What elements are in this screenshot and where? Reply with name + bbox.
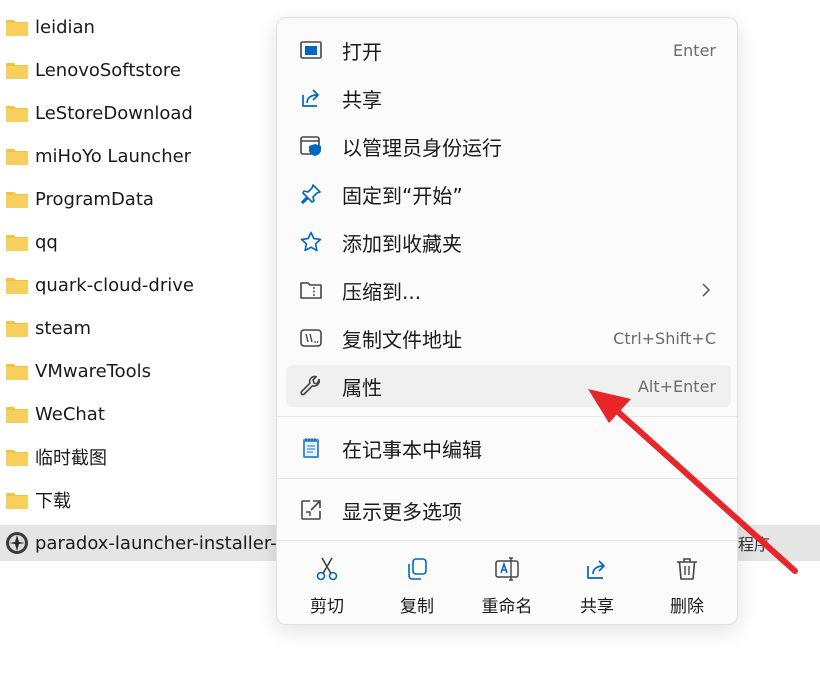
pin-icon (301, 184, 321, 204)
copy-icon (408, 558, 427, 580)
menu-separator (277, 540, 737, 541)
menu-item-label: 以管理员身份运行 (342, 135, 502, 160)
share-label: 共享 (580, 597, 614, 617)
copy-label: 复制 (400, 597, 434, 617)
cut-label: 剪切 (310, 597, 344, 617)
file-name: qq (35, 231, 58, 253)
file-name: steam (35, 317, 92, 339)
folder-icon (6, 493, 28, 509)
menu-separator (277, 416, 737, 417)
trash-icon (677, 558, 697, 580)
folder-icon (6, 192, 28, 208)
menu-item-label: 在记事本中编辑 (342, 437, 482, 462)
menu-item-share[interactable]: 共享 (286, 77, 731, 119)
folder-icon (6, 149, 28, 165)
copy-button[interactable]: 复制 (381, 548, 453, 618)
menu-item-compress-to[interactable]: 压缩到... (286, 269, 731, 311)
menu-item-label: 打开 (342, 39, 382, 64)
menu-item-label: 属性 (342, 375, 382, 400)
file-name: WeChat (35, 403, 105, 425)
wrench-icon (300, 375, 321, 396)
rename-button[interactable]: 重命名 (471, 548, 543, 618)
open-window-icon (300, 41, 322, 59)
file-name: paradox-launcher-installer-2 (35, 532, 289, 554)
file-name: miHoYo Launcher (35, 145, 192, 167)
menu-item-edit-in-notepad[interactable]: 在记事本中编辑 (286, 427, 731, 469)
star-icon (300, 231, 322, 252)
delete-label: 删除 (670, 597, 704, 617)
rename-icon (495, 557, 519, 581)
show-more-icon (301, 500, 321, 520)
admin-shield-icon (300, 136, 321, 156)
menu-item-add-to-favorites[interactable]: 添加到收藏夹 (286, 221, 731, 263)
chevron-right-icon (702, 283, 711, 297)
file-name: VMwareTools (35, 360, 152, 382)
file-name: ProgramData (35, 188, 154, 210)
menu-item-label: 共享 (342, 87, 382, 112)
copy-path-icon (300, 329, 322, 347)
share-button[interactable]: 共享 (561, 548, 633, 618)
menu-separator (277, 478, 737, 479)
menu-item-shortcut: Enter (673, 40, 716, 60)
menu-item-label: 压缩到... (342, 279, 422, 304)
folder-icon (6, 450, 28, 466)
folder-icon (6, 235, 28, 251)
file-name: LeStoreDownload (35, 102, 193, 124)
folder-icon (6, 321, 28, 337)
folder-icon (6, 106, 28, 122)
file-name: leidian (35, 16, 95, 38)
folder-icon (6, 63, 28, 79)
notepad-icon (303, 438, 319, 458)
paradox-installer-icon (6, 532, 28, 554)
folder-icon (6, 20, 28, 36)
folder-icon (6, 407, 28, 423)
context-menu: 打开 Enter 共享 以管理员身份运行 固定到“开始” 添加到收藏夹 压缩到.… (276, 17, 738, 625)
menu-item-pin-to-start[interactable]: 固定到“开始” (286, 173, 731, 215)
rename-label: 重命名 (481, 597, 533, 617)
menu-item-properties[interactable]: 属性 Alt+Enter (286, 365, 731, 407)
menu-item-label: 显示更多选项 (342, 499, 462, 524)
file-name: 下载 (35, 491, 71, 512)
file-type-text: 程序 (738, 535, 771, 554)
folder-icon (6, 364, 28, 380)
file-name: 临时截图 (35, 448, 107, 469)
menu-item-copy-as-path[interactable]: 复制文件地址 Ctrl+Shift+C (286, 317, 731, 359)
folder-icon (6, 278, 28, 294)
menu-item-label: 复制文件地址 (342, 327, 462, 352)
menu-item-shortcut: Alt+Enter (637, 376, 716, 396)
menu-item-show-more-options[interactable]: 显示更多选项 (286, 489, 731, 531)
share-icon (587, 560, 605, 579)
menu-item-shortcut: Ctrl+Shift+C (613, 328, 716, 348)
menu-item-label: 添加到收藏夹 (342, 231, 462, 256)
zip-folder-icon (300, 282, 322, 299)
file-name: LenovoSoftstore (35, 59, 181, 81)
cut-button[interactable]: 剪切 (291, 548, 363, 618)
menu-item-open[interactable]: 打开 Enter (286, 29, 731, 71)
delete-button[interactable]: 删除 (651, 548, 723, 618)
share-icon (302, 89, 319, 107)
file-name: quark-cloud-drive (35, 274, 194, 296)
quick-action-bar: 剪切 复制 重命名 共享 删除 (277, 548, 737, 624)
scissors-icon (316, 557, 338, 581)
menu-item-run-as-admin[interactable]: 以管理员身份运行 (286, 125, 731, 167)
menu-item-label: 固定到“开始” (342, 183, 463, 208)
